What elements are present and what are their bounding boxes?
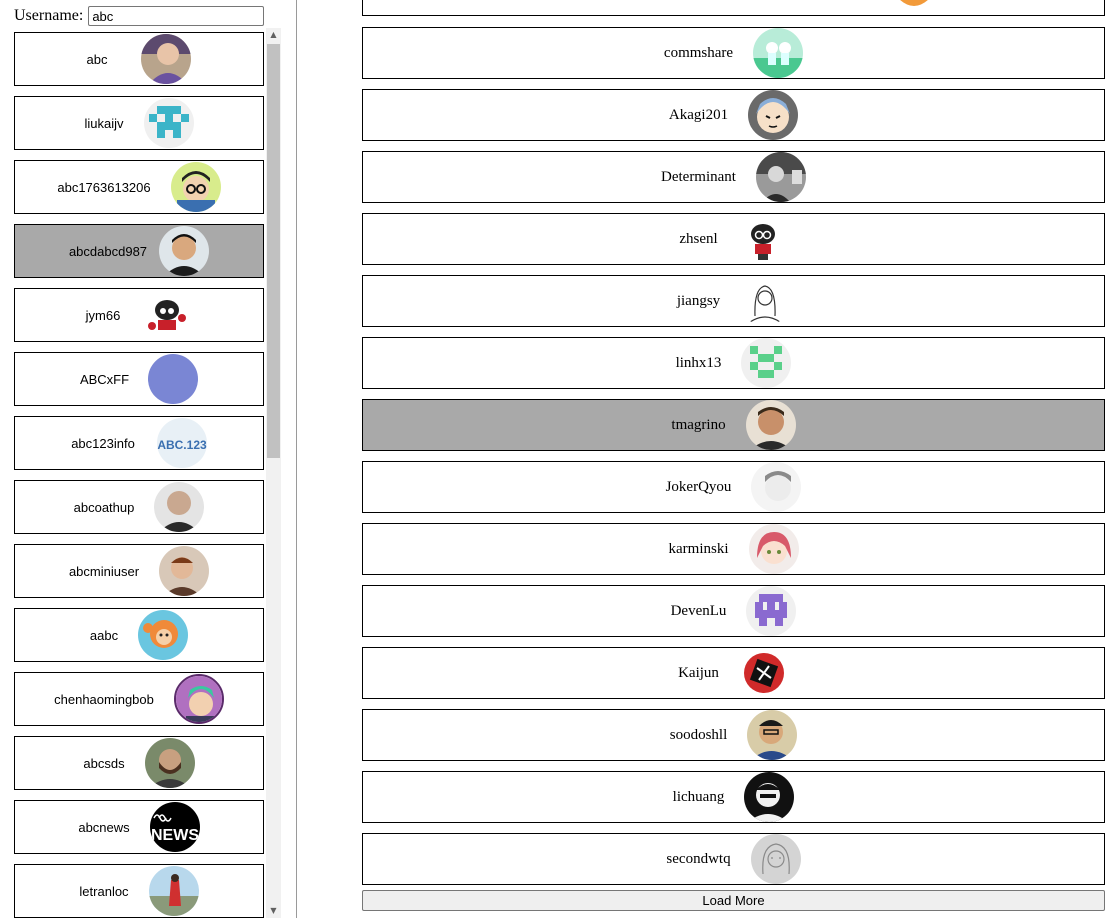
result-username: abcdabcd987 xyxy=(68,243,148,259)
result-username: abc xyxy=(86,51,108,67)
follower-username: linhx13 xyxy=(675,354,722,371)
result-username: aabc xyxy=(89,627,119,643)
username-search-input[interactable] xyxy=(88,6,265,26)
follower-username: karminski xyxy=(668,540,729,557)
follower-card-jiangsy[interactable]: jiangsy xyxy=(362,275,1105,327)
identicon-icon xyxy=(143,98,194,148)
result-card-abc1763613206[interactable]: abc1763613206 xyxy=(14,160,264,214)
follower-username: lichuang xyxy=(672,788,725,805)
cartoon-avatar-icon xyxy=(138,610,189,660)
user-avatar xyxy=(755,152,806,202)
result-username: letranloc xyxy=(79,883,129,899)
follower-card-secondwtq[interactable]: secondwtq xyxy=(362,833,1105,885)
result-username: liukaijv xyxy=(84,115,124,131)
follower-card-DevenLu[interactable]: DevenLu xyxy=(362,585,1105,637)
follower-card-JokerQyou[interactable]: JokerQyou xyxy=(362,461,1105,513)
follower-username: DevenLu xyxy=(670,602,727,619)
result-card-letranloc[interactable]: letranloc xyxy=(14,864,264,918)
follower-username: commshare xyxy=(663,44,734,61)
follower-card-soodoshll[interactable]: soodoshll xyxy=(362,709,1105,761)
follower-username: Kaijun xyxy=(678,664,719,681)
result-card-aabc[interactable]: aabc xyxy=(14,608,264,662)
result-card-abcminiuser[interactable]: abcminiuser xyxy=(14,544,264,598)
follower-card-tmagrino[interactable]: tmagrino xyxy=(362,399,1105,451)
result-card-jym66[interactable]: jym66 xyxy=(14,288,264,342)
user-avatar xyxy=(148,866,199,916)
octocat-icon xyxy=(142,290,193,340)
cartoon-avatar-icon xyxy=(173,674,224,724)
cartoon-avatar-icon xyxy=(748,524,799,574)
user-avatar xyxy=(159,546,210,596)
username-label: Username: xyxy=(14,7,84,24)
result-card-abcoathup[interactable]: abcoathup xyxy=(14,480,264,534)
follower-username: jiangsy xyxy=(676,292,721,309)
text-logo-avatar-icon: ABC.123 xyxy=(156,418,207,468)
result-card-chenhaomingbob[interactable]: chenhaomingbob xyxy=(14,672,264,726)
sketch-avatar-icon xyxy=(750,834,801,884)
result-username: jym66 xyxy=(85,307,121,323)
result-username: abc1763613206 xyxy=(57,179,151,195)
search-row: Username: xyxy=(14,6,265,26)
user-avatar xyxy=(154,482,205,532)
follower-card-lichuang[interactable]: lichuang xyxy=(362,771,1105,823)
follower-card-Determinant[interactable]: Determinant xyxy=(362,151,1105,203)
follower-username: soodoshll xyxy=(669,726,728,743)
scroll-down-arrow-icon[interactable]: ▼ xyxy=(266,904,281,918)
follower-card[interactable] xyxy=(362,0,1105,16)
result-card-abc123info[interactable]: abc123info ABC.123 xyxy=(14,416,264,470)
result-card-abcsds[interactable]: abcsds xyxy=(14,736,264,790)
user-search-panel: Username: abc liukaijv abc1763613206 abc… xyxy=(0,0,297,918)
follower-card-Kaijun[interactable]: Kaijun xyxy=(362,647,1105,699)
identicon-icon xyxy=(741,338,792,388)
cartoon-avatar-icon xyxy=(888,0,939,15)
followers-panel: commshare Akagi201 Determinant zhsenl ji… xyxy=(362,0,1105,918)
identicon-icon xyxy=(746,586,797,636)
result-username: abc123info xyxy=(71,435,135,451)
result-username: ABCxFF xyxy=(79,371,130,387)
sketch-avatar-icon xyxy=(740,276,791,326)
result-card-abcdabcd987[interactable]: abcdabcd987 xyxy=(14,224,264,278)
user-avatar xyxy=(744,772,795,822)
graphic-avatar-icon xyxy=(738,648,789,698)
result-card-ABCxFF[interactable]: ABCxFF xyxy=(14,352,264,406)
follower-username: Determinant xyxy=(661,168,736,185)
result-card-liukaijv[interactable]: liukaijv xyxy=(14,96,264,150)
follower-card-zhsenl[interactable]: zhsenl xyxy=(362,213,1105,265)
result-username: abcminiuser xyxy=(68,563,140,579)
follower-username: secondwtq xyxy=(666,850,731,867)
octocat-icon xyxy=(737,214,788,264)
result-card-abc[interactable]: abc xyxy=(14,32,264,86)
follower-card-commshare[interactable]: commshare xyxy=(362,27,1105,79)
user-avatar xyxy=(141,34,192,84)
cartoon-avatar-icon xyxy=(753,28,804,78)
result-username: abcnews xyxy=(78,819,130,835)
follower-card-linhx13[interactable]: linhx13 xyxy=(362,337,1105,389)
news-logo-icon: NEWS xyxy=(149,802,200,852)
user-avatar xyxy=(747,710,798,760)
search-results-list[interactable]: abc liukaijv abc1763613206 abcdabcd987 j… xyxy=(14,32,280,918)
cartoon-avatar-icon xyxy=(170,162,221,212)
follower-username: JokerQyou xyxy=(665,478,732,495)
svg-text:ABC.123: ABC.123 xyxy=(157,438,207,452)
follower-username: Akagi201 xyxy=(668,106,729,123)
results-scrollbar[interactable]: ▲ ▼ xyxy=(266,28,281,918)
user-avatar xyxy=(751,462,802,512)
follower-card-karminski[interactable]: karminski xyxy=(362,523,1105,575)
result-username: abcsds xyxy=(83,755,125,771)
scrollbar-thumb[interactable] xyxy=(267,44,280,458)
result-username: chenhaomingbob xyxy=(54,691,154,707)
svg-text:NEWS: NEWS xyxy=(151,827,199,844)
user-avatar xyxy=(144,738,195,788)
scroll-up-arrow-icon[interactable]: ▲ xyxy=(266,28,281,42)
user-avatar xyxy=(745,400,796,450)
user-avatar xyxy=(159,226,210,276)
follower-username: zhsenl xyxy=(679,230,718,247)
cartoon-avatar-icon xyxy=(748,90,799,140)
result-username: abcoathup xyxy=(73,499,135,515)
load-more-button[interactable]: Load More xyxy=(362,890,1105,911)
follower-card-Akagi201[interactable]: Akagi201 xyxy=(362,89,1105,141)
result-card-abcnews[interactable]: abcnews NEWS xyxy=(14,800,264,854)
follower-username: tmagrino xyxy=(671,416,726,433)
solid-color-avatar-icon xyxy=(148,354,199,404)
